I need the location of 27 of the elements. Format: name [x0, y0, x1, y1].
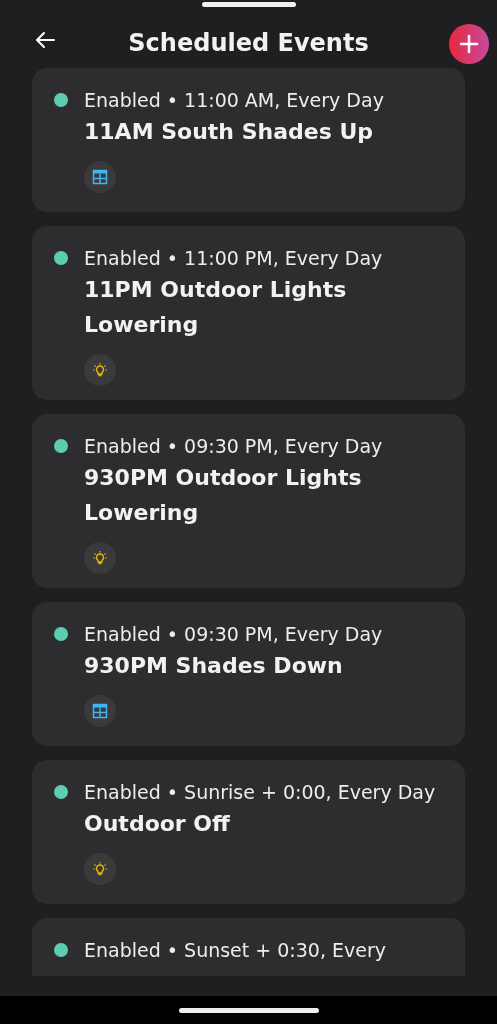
- event-card[interactable]: Enabled • 11:00 AM, Every Day 11AM South Shades Up: [32, 68, 465, 212]
- event-name: 11AM South Shades Up: [84, 118, 375, 146]
- page-title: Scheduled Events: [128, 28, 369, 57]
- event-schedule: Enabled • Sunrise + 0:00, Every Day: [84, 780, 436, 804]
- light-bulb-icon: [84, 354, 116, 386]
- event-schedule: Enabled • 11:00 PM, Every Day: [84, 246, 384, 270]
- home-indicator[interactable]: [178, 1007, 319, 1013]
- event-schedule: Enabled • 11:00 AM, Every Day: [84, 88, 384, 112]
- event-card[interactable]: Enabled • 09:30 PM, Every Day 930PM Outdoor Lights Lowering: [32, 414, 465, 588]
- event-name: Outdoor Off: [84, 810, 231, 838]
- shade-device-icon: [84, 161, 116, 193]
- event-name: 930PM Outdoor Lights Lowering: [84, 464, 363, 527]
- event-schedule: Enabled • 09:30 PM, Every Day: [84, 434, 384, 458]
- light-bulb-icon: [84, 542, 116, 574]
- event-card[interactable]: Enabled • 09:30 PM, Every Day 930PM Shades Down: [32, 602, 465, 746]
- event-card[interactable]: Enabled • 11:00 PM, Every Day 11PM Outdoor Lights Lowering: [32, 226, 465, 400]
- add-button[interactable]: [449, 24, 489, 64]
- event-schedule: Enabled • Sunset + 0:30, Every: [84, 938, 386, 962]
- event-schedule: Enabled • 09:30 PM, Every Day: [84, 622, 383, 646]
- light-bulb-icon: [84, 853, 116, 885]
- plus-icon: [459, 34, 479, 54]
- event-name: 930PM Shades Down: [84, 652, 344, 680]
- shade-device-icon: [84, 695, 116, 727]
- event-card[interactable]: Enabled • Sunset + 0:30, Every: [32, 918, 465, 976]
- event-card[interactable]: Enabled • Sunrise + 0:00, Every Day Outdoor Off: [32, 760, 465, 904]
- back-arrow-icon: [34, 31, 56, 49]
- event-name: 11PM Outdoor Lights Lowering: [84, 276, 348, 339]
